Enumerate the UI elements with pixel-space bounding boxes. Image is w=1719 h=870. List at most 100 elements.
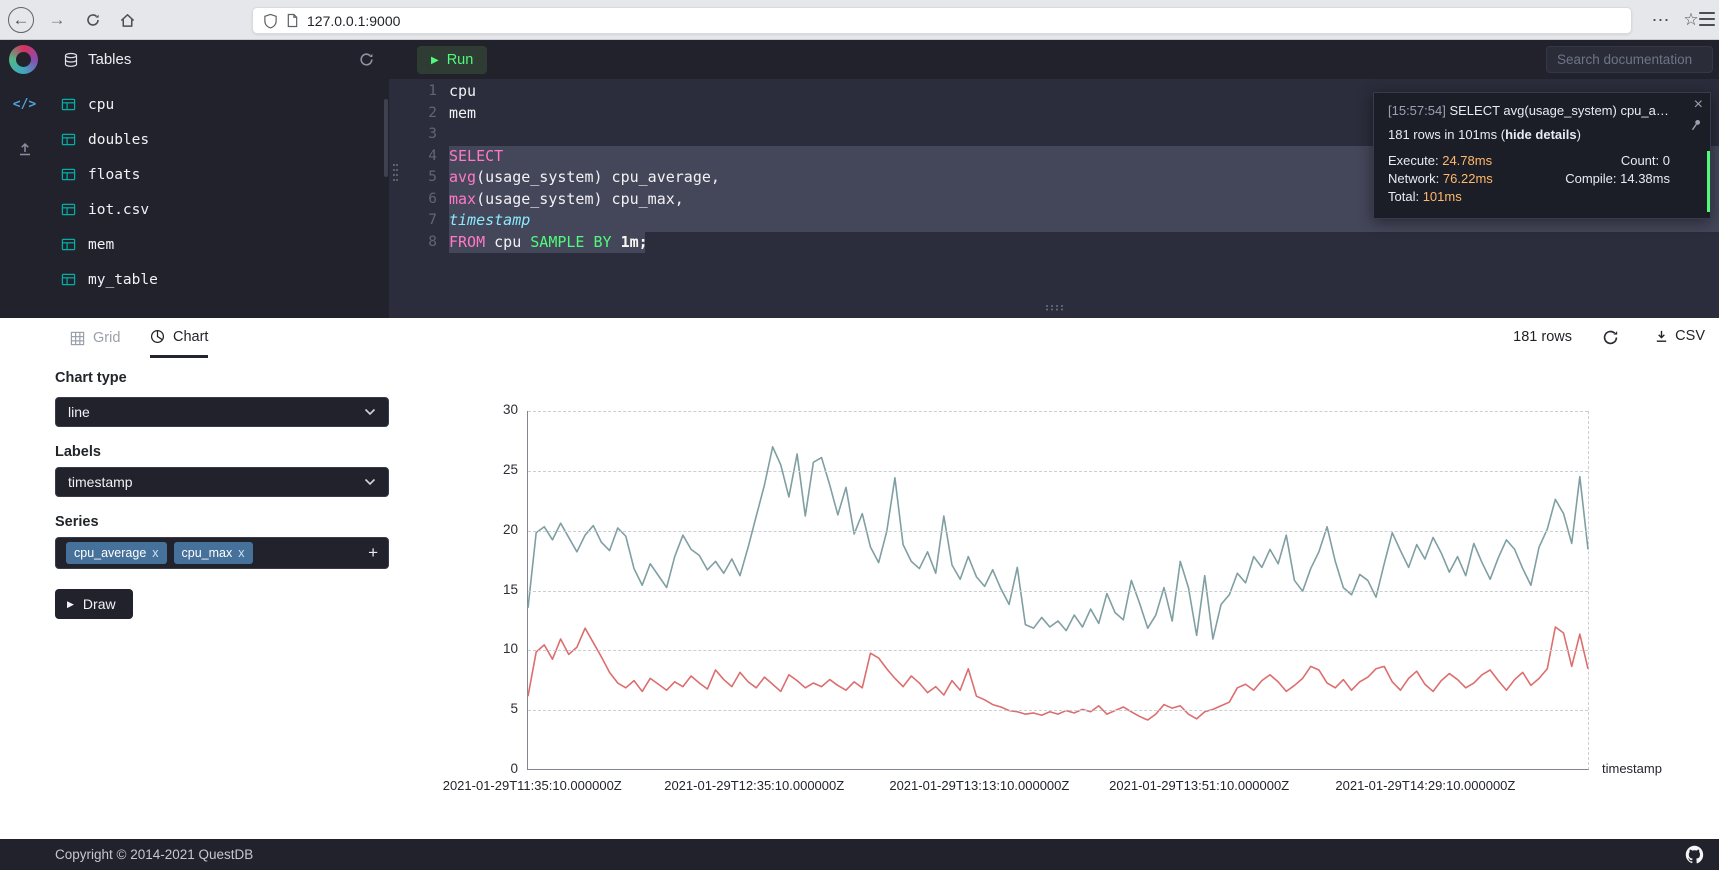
forward-button[interactable]: →	[44, 7, 70, 33]
sidebar-item-floats[interactable]: floats	[49, 157, 389, 192]
x-tick-label: 2021-01-29T14:29:10.000000Z	[1335, 778, 1515, 793]
code-token: FROM	[449, 233, 485, 251]
overflow-menu-icon[interactable]: ⋯	[1648, 7, 1674, 33]
notification-details: Execute: 24.78ms Network: 76.22ms Total:…	[1388, 152, 1696, 206]
add-series-icon[interactable]: +	[368, 543, 378, 563]
count-value: 0	[1663, 153, 1670, 168]
footer: Copyright © 2014-2021 QuestDB	[0, 839, 1719, 870]
timing-column: Execute: 24.78ms Network: 76.22ms Total:…	[1388, 152, 1493, 206]
execute-value: 24.78ms	[1442, 153, 1492, 168]
close-icon[interactable]: ×	[1694, 97, 1703, 113]
menu-icon[interactable]	[1699, 12, 1715, 26]
pin-icon[interactable]	[1691, 119, 1702, 135]
compile-value: 14.38ms	[1620, 171, 1670, 186]
result-refresh-icon[interactable]	[1601, 328, 1620, 352]
sidebar-item-mem[interactable]: mem	[49, 227, 389, 262]
y-tick-label: 30	[478, 402, 518, 417]
sidebar-scrollbar[interactable]	[384, 99, 388, 177]
horizontal-grip-dots	[1045, 304, 1063, 311]
table-name: iot.csv	[88, 202, 149, 218]
code-token: max	[449, 190, 476, 208]
questdb-console: ← → ⋯ ☆ Tables ▶ Run	[0, 0, 1719, 870]
x-axis-label: timestamp	[1602, 761, 1662, 776]
chevron-down-icon	[364, 478, 376, 486]
draw-button[interactable]: ▶ Draw	[55, 589, 133, 619]
back-button[interactable]: ←	[8, 7, 34, 33]
url-bar[interactable]	[252, 7, 1632, 34]
code-token: cpu	[449, 82, 476, 100]
sidebar-item-doubles[interactable]: doubles	[49, 122, 389, 157]
database-icon	[63, 52, 79, 68]
code-token: mem	[449, 104, 476, 122]
y-tick-label: 15	[478, 582, 518, 597]
tables-refresh-icon[interactable]	[358, 51, 375, 68]
csv-download-button[interactable]: CSV	[1654, 328, 1705, 344]
tab-grid[interactable]: Grid	[70, 318, 120, 358]
labels-label: Labels	[55, 444, 101, 460]
notification-summary-row: 181 rows in 101ms (hide details)	[1388, 127, 1696, 142]
total-value: 101ms	[1423, 189, 1462, 204]
table-name: floats	[88, 167, 140, 183]
run-button[interactable]: ▶ Run	[417, 46, 487, 74]
code-token: SELECT	[449, 147, 503, 165]
chart-type-value: line	[68, 404, 90, 420]
draw-label: Draw	[83, 596, 116, 612]
y-tick-label: 10	[478, 641, 518, 656]
url-input[interactable]	[307, 13, 707, 29]
gridline	[528, 411, 1588, 412]
chart-type-select[interactable]: line	[55, 397, 389, 427]
line-number: 7	[389, 210, 437, 232]
splitter-drag-handle[interactable]	[1045, 297, 1063, 315]
left-icon-rail: </>	[0, 79, 49, 318]
draw-play-icon: ▶	[67, 599, 74, 610]
table-icon	[61, 132, 76, 147]
refresh-glyph	[358, 51, 375, 68]
table-name: my_table	[88, 272, 158, 288]
chip-remove-icon[interactable]: x	[238, 546, 244, 560]
series-chip-cpu_average[interactable]: cpu_averagex	[66, 542, 167, 564]
labels-select[interactable]: timestamp	[55, 467, 389, 497]
tab-grid-label: Grid	[93, 330, 120, 346]
chart-type-label: Chart type	[55, 370, 127, 386]
table-name: doubles	[88, 132, 149, 148]
csv-label: CSV	[1675, 328, 1705, 344]
code-editor-icon[interactable]: </>	[0, 95, 49, 112]
network-label: Network:	[1388, 171, 1439, 186]
pie-chart-icon	[150, 329, 165, 344]
github-icon[interactable]	[1684, 844, 1705, 870]
search-documentation-input[interactable]	[1546, 46, 1713, 73]
reload-icon[interactable]	[80, 7, 106, 33]
home-icon[interactable]	[114, 7, 140, 33]
refresh-glyph	[1601, 328, 1620, 347]
upload-icon[interactable]	[0, 141, 49, 162]
tab-chart[interactable]: Chart	[150, 318, 208, 358]
sidebar-item-iot.csv[interactable]: iot.csv	[49, 192, 389, 227]
y-tick-label: 0	[478, 761, 518, 776]
count-label: Count:	[1621, 153, 1659, 168]
code-token: SAMPLE BY	[530, 233, 611, 251]
table-name: mem	[88, 237, 114, 253]
code-token: (usage_system) cpu_average,	[476, 168, 720, 186]
y-tick-label: 5	[478, 701, 518, 716]
sql-editor[interactable]: 12345678 cpumemSELECTavg(usage_system) c…	[389, 79, 1719, 318]
series-label: Series	[55, 514, 99, 530]
upload-glyph	[17, 141, 33, 157]
sidebar-drag-handle[interactable]	[392, 163, 399, 185]
hide-details-link[interactable]: hide details	[1505, 127, 1577, 142]
series-line-cpu_average	[528, 627, 1588, 720]
rows-summary: 181 rows in 101ms (	[1388, 127, 1505, 142]
chip-label: cpu_max	[182, 546, 233, 560]
sidebar-item-cpu[interactable]: cpu	[49, 87, 389, 122]
x-tick-label: 2021-01-29T13:13:10.000000Z	[889, 778, 1069, 793]
labels-value: timestamp	[68, 474, 133, 490]
notification-query-row: [15:57:54] SELECT avg(usage_system) cpu_…	[1388, 103, 1696, 118]
chip-remove-icon[interactable]: x	[152, 546, 158, 560]
vertical-grip-dots	[392, 163, 399, 181]
series-chips[interactable]: cpu_averagex cpu_max x +	[55, 537, 389, 569]
chart-plot-area: timestamp 3025201510502021-01-29T11:35:1…	[527, 411, 1589, 770]
app-topbar: Tables ▶ Run	[0, 40, 1719, 79]
code-line-8[interactable]: FROM cpu SAMPLE BY 1m;	[449, 232, 1719, 254]
sidebar-item-my_table[interactable]: my_table	[49, 262, 389, 297]
query-notification: × [15:57:54] SELECT avg(usage_system) cp…	[1373, 92, 1711, 219]
series-chip-cpu_max[interactable]: cpu_max x	[174, 542, 253, 564]
